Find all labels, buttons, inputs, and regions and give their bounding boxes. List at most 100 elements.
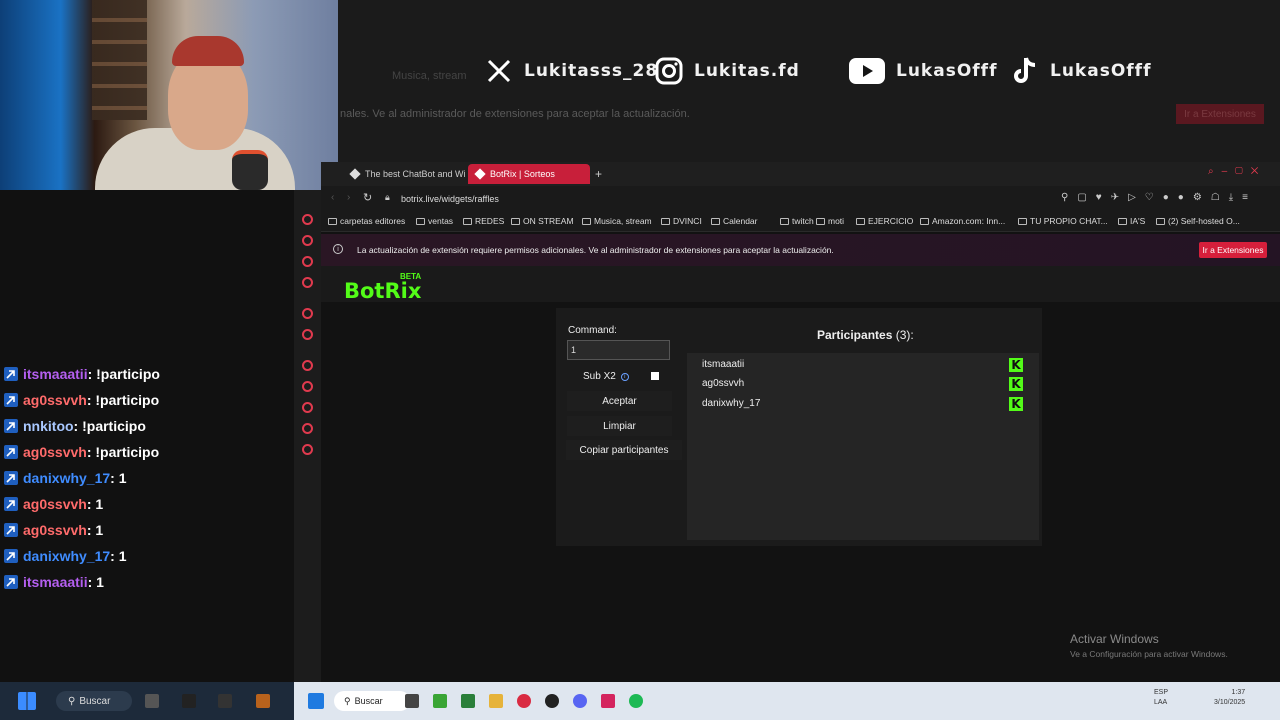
- browser-sidebar: [294, 190, 321, 682]
- ghost-extensions-button: Ir a Extensiones: [1176, 104, 1264, 124]
- taskbar-app-icon[interactable]: [256, 694, 270, 708]
- sidebar-app-icon[interactable]: [302, 308, 313, 319]
- chat-username[interactable]: ag0ssvvh: [23, 496, 87, 512]
- sidebar-app-icon[interactable]: [302, 214, 313, 225]
- copy-participants-button[interactable]: Copiar participantes: [566, 440, 682, 460]
- instagram-icon: [654, 56, 684, 86]
- bookmark-item[interactable]: (2) Self-hosted O...: [1156, 216, 1240, 226]
- spotify-icon[interactable]: [629, 694, 643, 708]
- lock-icon: 🔒︎: [385, 192, 390, 202]
- minecraft-icon[interactable]: [433, 694, 447, 708]
- tab-chatbot[interactable]: The best ChatBot and Wi: [343, 164, 474, 184]
- folder-icon: [856, 217, 865, 225]
- chat-username[interactable]: itsmaaatii: [23, 574, 88, 590]
- tab-favicon-icon: [474, 168, 486, 180]
- info-icon[interactable]: i: [620, 372, 629, 381]
- extensions-toolbar[interactable]: ⚲▢♥✈▷♡●●⚙☖⤓≡: [1061, 192, 1257, 203]
- folder-icon: [1118, 217, 1127, 225]
- bookmark-item[interactable]: moti: [816, 216, 844, 226]
- raffle-widget: Command: Sub X2 i Aceptar Limpiar Copiar…: [556, 308, 1042, 546]
- obs-icon[interactable]: [545, 694, 559, 708]
- capcut-icon[interactable]: [601, 694, 615, 708]
- sidebar-app-icon[interactable]: [302, 235, 313, 246]
- discord-icon[interactable]: [573, 694, 587, 708]
- list-item: danixwhy_17: [702, 398, 761, 409]
- folder-icon: [463, 217, 472, 225]
- chat-message: ag0ssvvh : !participo: [4, 392, 159, 408]
- tab-bar: The best ChatBot and Wi BotRix | Sorteos…: [321, 162, 1280, 186]
- tab-botrix[interactable]: BotRix | Sorteos: [468, 164, 590, 184]
- chat-username[interactable]: ag0ssvvh: [23, 392, 87, 408]
- clear-button[interactable]: Limpiar: [567, 416, 672, 436]
- social-x: Lukitasss_28: [484, 56, 658, 86]
- clock[interactable]: 1:37 3/10/2025: [1214, 688, 1245, 708]
- reload-icon[interactable]: ↻: [363, 191, 372, 204]
- chat-username[interactable]: ag0ssvvh: [23, 522, 87, 538]
- search-box[interactable]: ⚲ Buscar: [56, 691, 132, 711]
- sub-x2-checkbox[interactable]: [651, 372, 659, 380]
- sidebar-app-icon[interactable]: [302, 423, 313, 434]
- chat-message: ag0ssvvh : 1: [4, 522, 103, 538]
- bookmark-item[interactable]: IA'S: [1118, 216, 1145, 226]
- windows-start-icon[interactable]: [308, 693, 324, 709]
- chat-text: : 1: [110, 548, 127, 564]
- kick-badge-icon: [4, 549, 18, 563]
- address-bar: ‹ › ↻ 🔒︎ botrix.live/widgets/raffles ⚲▢♥…: [321, 186, 1280, 210]
- sidebar-app-icon[interactable]: [302, 329, 313, 340]
- bookmark-item[interactable]: carpetas editores: [328, 216, 405, 226]
- kick-icon: K: [1009, 397, 1023, 411]
- sidebar-app-icon[interactable]: [302, 277, 313, 288]
- kick-badge-icon: [4, 575, 18, 589]
- chat-username[interactable]: nnkitoo: [23, 418, 74, 434]
- kick-badge-icon: [4, 523, 18, 537]
- forward-icon[interactable]: ›: [347, 192, 350, 203]
- bookmark-item[interactable]: EJERCICIO: [856, 216, 913, 226]
- ghost-notice: nales. Ve al administrador de extensione…: [340, 108, 690, 120]
- bookmark-item[interactable]: twitch: [780, 216, 814, 226]
- search-box[interactable]: ⚲ Buscar: [334, 691, 410, 711]
- sidebar-app-icon[interactable]: [302, 402, 313, 413]
- bookmark-item[interactable]: Amazon.com: Inn...: [920, 216, 1005, 226]
- taskbar-app-icon[interactable]: [218, 694, 232, 708]
- command-input[interactable]: [567, 340, 670, 360]
- bookmark-item[interactable]: ventas: [416, 216, 453, 226]
- sidebar-settings-icon[interactable]: [302, 444, 313, 455]
- window-controls[interactable]: ⌕–▢✕: [1208, 166, 1266, 177]
- botrix-logo[interactable]: BotRix: [344, 279, 421, 303]
- page-header: BotRix BETA: [321, 266, 1280, 303]
- bookmark-item[interactable]: DVINCI: [661, 216, 702, 226]
- sidebar-app-icon[interactable]: [302, 360, 313, 371]
- windows-start-icon[interactable]: [18, 692, 36, 710]
- chat-username[interactable]: itsmaaatii: [23, 366, 88, 382]
- opera-gx-icon[interactable]: [517, 694, 531, 708]
- webcam-feed: [0, 0, 338, 190]
- url-field[interactable]: botrix.live/widgets/raffles: [401, 194, 499, 204]
- file-explorer-icon[interactable]: [489, 694, 503, 708]
- chat-username[interactable]: danixwhy_17: [23, 470, 110, 486]
- taskbar-app-icon[interactable]: [182, 694, 196, 708]
- chat-username[interactable]: danixwhy_17: [23, 548, 110, 564]
- participants-title: Participantes (3):: [817, 328, 914, 342]
- app-icon[interactable]: [461, 694, 475, 708]
- bookmark-item[interactable]: TU PROPIO CHAT...: [1018, 216, 1108, 226]
- accept-button[interactable]: Aceptar: [567, 391, 672, 411]
- folder-icon: [1156, 217, 1165, 225]
- bookmark-item[interactable]: ON STREAM: [511, 216, 574, 226]
- bookmark-item[interactable]: Musica, stream: [582, 216, 652, 226]
- kick-badge-icon: [4, 497, 18, 511]
- extension-info-bar: i La actualización de extensión requiere…: [321, 234, 1280, 266]
- taskbar-app-icon[interactable]: [145, 694, 159, 708]
- new-tab-icon[interactable]: +: [595, 167, 602, 181]
- language-indicator[interactable]: ESP LAA: [1154, 688, 1168, 708]
- go-to-extensions-button[interactable]: Ir a Extensiones: [1199, 242, 1267, 258]
- sidebar-app-icon[interactable]: [302, 256, 313, 267]
- back-icon[interactable]: ‹: [331, 192, 334, 203]
- kick-badge-icon: [4, 367, 18, 381]
- task-view-icon[interactable]: [405, 694, 419, 708]
- bookmark-item[interactable]: REDES: [463, 216, 504, 226]
- kick-badge-icon: [4, 419, 18, 433]
- social-handle: LukasOfff: [1050, 61, 1152, 81]
- chat-username[interactable]: ag0ssvvh: [23, 444, 87, 460]
- bookmark-item[interactable]: Calendar: [711, 216, 758, 226]
- sidebar-app-icon[interactable]: [302, 381, 313, 392]
